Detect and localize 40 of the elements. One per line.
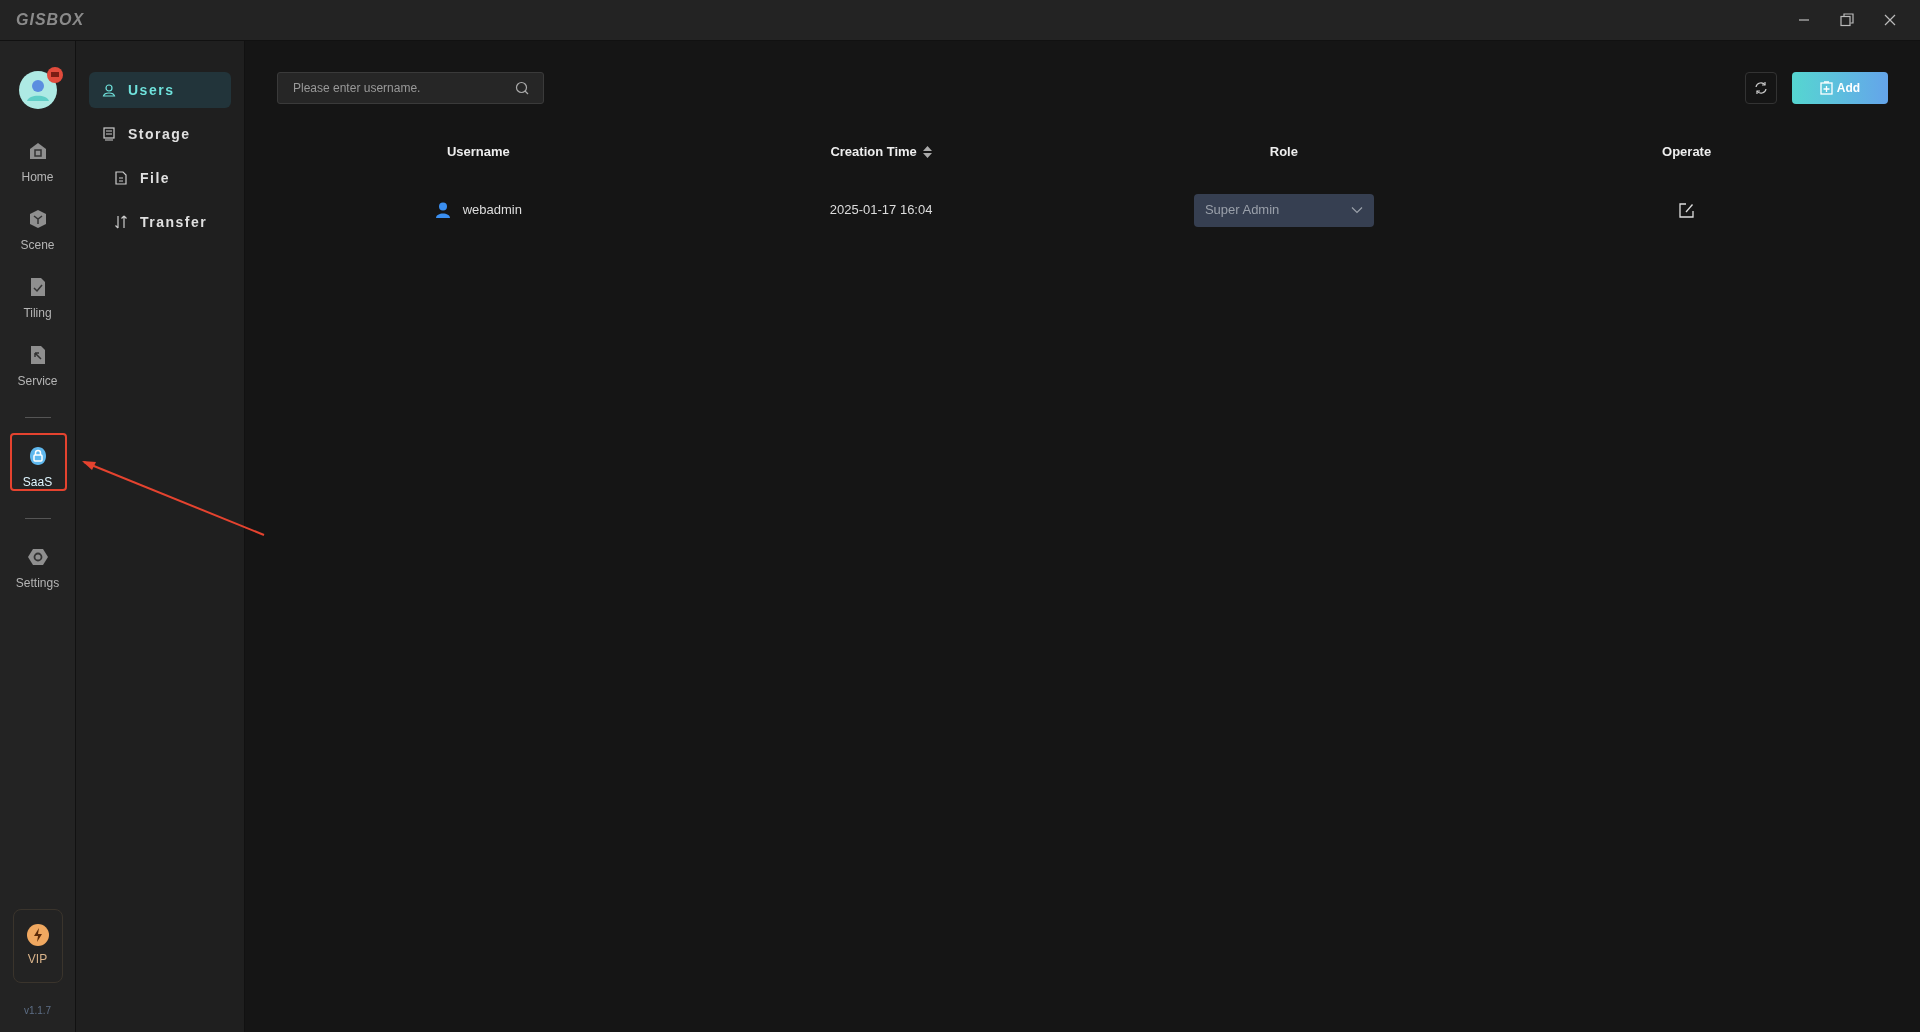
table-cell-text: 2025-01-17 16:04 xyxy=(829,201,933,220)
column-header[interactable]: Creation Time xyxy=(830,142,917,162)
nav-rail-item[interactable]: Scene xyxy=(9,197,66,265)
highlight-box xyxy=(10,433,67,491)
add-icon xyxy=(1819,81,1833,95)
nav-rail-item[interactable]: SaaS xyxy=(9,434,66,502)
sub-nav-item[interactable]: Transfer xyxy=(89,204,231,240)
sub-nav-item[interactable]: Storage xyxy=(89,116,231,152)
lightning-icon xyxy=(26,924,49,946)
restore-icon[interactable] xyxy=(1840,13,1854,27)
sort-icon[interactable] xyxy=(922,146,932,158)
sub-nav-item[interactable]: File xyxy=(89,160,231,196)
search-icon xyxy=(515,81,529,95)
user-icon xyxy=(434,202,451,218)
vip-button[interactable]: VIP xyxy=(12,909,63,983)
person-icon xyxy=(102,83,116,97)
nav-rail-item[interactable]: Service xyxy=(9,333,66,401)
nav-rail-item[interactable]: Tiling xyxy=(9,265,66,333)
notification-badge-icon xyxy=(46,67,63,83)
refresh-icon xyxy=(1754,81,1768,95)
nav-rail-item[interactable]: Home xyxy=(9,129,66,197)
storage-icon xyxy=(102,127,116,141)
edit-icon[interactable] xyxy=(1679,202,1695,218)
search-field[interactable]: Please enter username. xyxy=(277,72,544,104)
nav-rail-item[interactable]: Settings xyxy=(9,535,66,603)
chevron-down-icon xyxy=(1350,206,1363,214)
app-logo: GISBOX xyxy=(16,10,85,30)
role-dropdown[interactable]: Super Admin xyxy=(1193,193,1374,227)
table-cell-text: webadmin xyxy=(462,201,522,220)
refresh-button[interactable] xyxy=(1745,72,1777,104)
column-header: Role xyxy=(1269,143,1298,162)
close-icon[interactable] xyxy=(1884,14,1896,26)
sub-nav-item[interactable]: Users xyxy=(89,72,231,108)
avatar-icon[interactable] xyxy=(18,71,57,109)
column-header: Operate xyxy=(1662,143,1712,162)
document-icon xyxy=(114,171,128,185)
version-label: v1.1.7 xyxy=(23,1004,52,1018)
arrows-up-down-icon xyxy=(114,215,128,229)
column-header: Username xyxy=(446,143,510,162)
settings-icon xyxy=(26,546,49,568)
